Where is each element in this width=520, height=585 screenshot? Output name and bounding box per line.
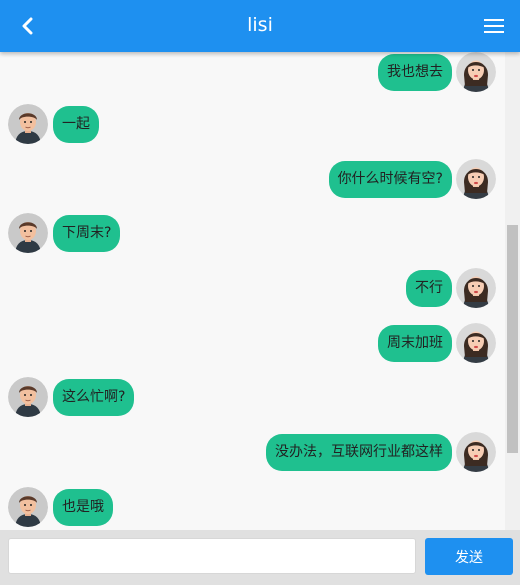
message-item: 周末加班 [0, 323, 505, 367]
message-item: 下周末? [0, 213, 505, 257]
message-bubble: 下周末? [53, 215, 121, 252]
male-avatar[interactable] [8, 487, 48, 527]
menu-button[interactable] [482, 14, 506, 38]
chat-title: lisi [247, 14, 273, 36]
message-list[interactable]: 我也想去 一起 你什么时候有空? 下周末? 不行 周末加班 这么忙啊? 没办法，… [0, 52, 505, 530]
message-bubble: 没办法，互联网行业都这样 [266, 434, 452, 471]
female-avatar[interactable] [456, 52, 496, 92]
male-avatar[interactable] [8, 213, 48, 253]
female-avatar[interactable] [456, 323, 496, 363]
message-bubble: 我也想去 [378, 54, 452, 91]
message-bubble: 一起 [53, 106, 99, 143]
message-bubble: 也是哦 [53, 489, 113, 526]
top-app-bar: lisi [0, 0, 520, 52]
composer-bar: 发送 [0, 530, 520, 585]
message-bubble: 不行 [406, 270, 452, 307]
message-bubble: 周末加班 [378, 325, 452, 362]
scrollbar-thumb[interactable] [507, 225, 518, 453]
message-item: 也是哦 [0, 487, 505, 530]
message-item: 这么忙啊? [0, 377, 505, 421]
message-input[interactable] [8, 538, 416, 574]
female-avatar[interactable] [456, 268, 496, 308]
male-avatar[interactable] [8, 104, 48, 144]
send-button[interactable]: 发送 [425, 538, 513, 575]
message-item: 我也想去 [0, 52, 505, 96]
message-item: 没办法，互联网行业都这样 [0, 432, 505, 476]
message-item: 一起 [0, 104, 505, 148]
message-bubble: 这么忙啊? [53, 379, 135, 416]
hamburger-menu-icon [484, 19, 504, 33]
scrollbar[interactable] [505, 52, 520, 530]
message-item: 不行 [0, 268, 505, 312]
message-bubble: 你什么时候有空? [328, 161, 452, 198]
male-avatar[interactable] [8, 377, 48, 417]
female-avatar[interactable] [456, 159, 496, 199]
female-avatar[interactable] [456, 432, 496, 472]
message-item: 你什么时候有空? [0, 159, 505, 203]
